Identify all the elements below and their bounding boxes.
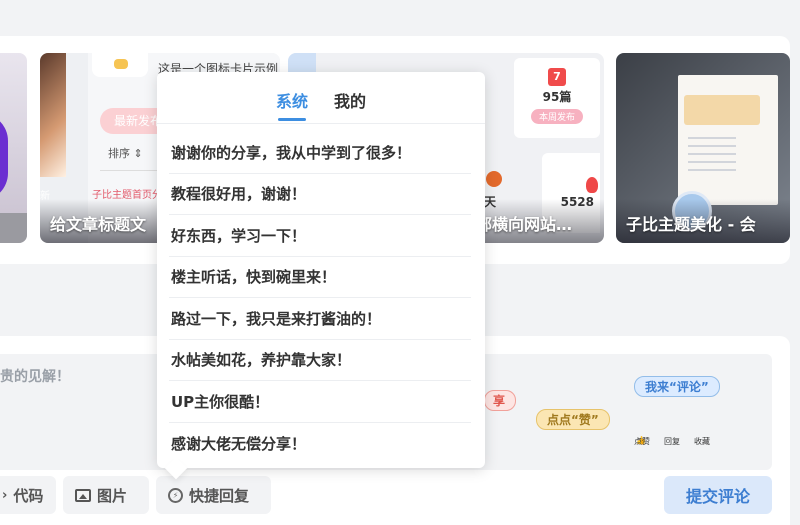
stat-count: 95篇 (542, 90, 572, 104)
code-button[interactable]: › 代码 (0, 476, 56, 514)
reply-label: 回复 (664, 437, 680, 446)
quick-reply-tabs: 系统 我的 (157, 72, 485, 124)
image-button[interactable]: 图片 (63, 476, 149, 514)
fav-label: 收藏 (694, 437, 710, 446)
quick-reply-item[interactable]: 水帖美如花，养护靠大家！ (169, 340, 471, 381)
flame-icon (586, 177, 598, 193)
card-title: 子比主题美化 - 会 (626, 215, 756, 234)
card-photo (40, 53, 66, 177)
tab-mine[interactable]: 我的 (334, 84, 366, 112)
quick-reply-item[interactable]: 教程很好用，谢谢！ (169, 174, 471, 215)
quick-reply-item[interactable]: 路过一下，我只是来打酱油的！ (169, 298, 471, 340)
share-bubble: 享 (484, 390, 516, 411)
emoji-icon (92, 53, 148, 77)
quick-reply-item[interactable]: 好东西，学习一下！ (169, 215, 471, 257)
like-bubble: 点点“赞” (536, 409, 610, 430)
comment-sticker-image: 享 点点“赞” 我来“评论” 👍 点赞 回复 收藏 (484, 354, 772, 470)
comment-toolbar: › 代码 图片 ⚡ 快捷回复 提交评论 (0, 476, 790, 516)
card-title-bar (0, 213, 27, 243)
comment-bubble: 我来“评论” (634, 376, 720, 397)
like-label: 点赞 (634, 437, 650, 446)
quick-reply-icon: ⚡ (168, 487, 183, 503)
image-icon (75, 488, 91, 502)
card-title: 部横向网站… (476, 215, 573, 234)
card-title: 给文章标题文 (50, 215, 147, 234)
carousel-card-theme-member[interactable]: 子比主题美化 - 会 (616, 53, 790, 243)
quick-reply-item[interactable]: 楼主听话，快到碗里来！ (169, 257, 471, 298)
action-icons: 👍 点赞 回复 收藏 (634, 416, 714, 448)
fire-icon (486, 171, 502, 187)
comment-placeholder: 贵的见解！ (0, 369, 70, 385)
quick-reply-item[interactable]: UP主你很酷！ (169, 381, 471, 423)
card-screenshot (678, 75, 778, 205)
quick-reply-list: 谢谢你的分享，我从中学到了很多！ 教程很好用，谢谢！ 好东西，学习一下！ 楼主听… (169, 132, 471, 464)
quick-reply-button[interactable]: ⚡ 快捷回复 (156, 476, 271, 514)
quick-reply-item[interactable]: 感谢大佬无偿分享！ (169, 423, 471, 465)
stat-tag: 本周发布 (530, 109, 583, 124)
code-label: 代码 (13, 486, 44, 505)
submit-comment-button[interactable]: 提交评论 (664, 476, 772, 514)
quick-reply-popup: 系统 我的 谢谢你的分享，我从中学到了很多！ 教程很好用，谢谢！ 好东西，学习一… (157, 72, 485, 468)
carousel-card-partial[interactable] (0, 53, 27, 243)
code-icon: › (2, 487, 8, 503)
quick-reply-label: 快捷回复 (189, 486, 250, 505)
quick-reply-item[interactable]: 谢谢你的分享，我从中学到了很多！ (169, 132, 471, 174)
tab-system[interactable]: 系统 (276, 84, 308, 121)
stat-card-weekly: 7 95篇 本周发布 (514, 58, 600, 138)
sort-label: 排序 ⇕ (108, 147, 143, 160)
card-cover-art (0, 113, 8, 201)
calendar-icon: 7 (548, 68, 566, 86)
image-label: 图片 (97, 486, 128, 505)
